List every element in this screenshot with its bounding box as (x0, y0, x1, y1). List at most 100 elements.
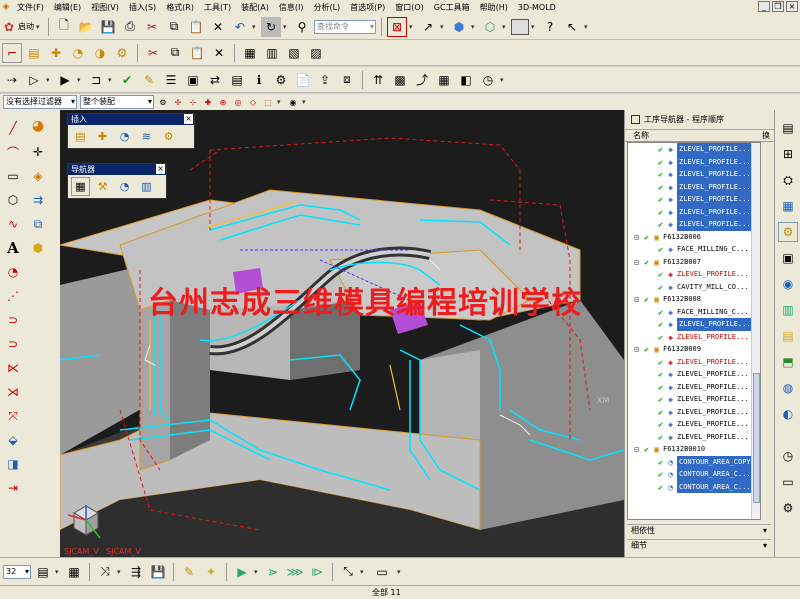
paste-icon[interactable]: 📋 (186, 17, 206, 37)
operation-row[interactable]: ✔ ◈ CAVITY_MILL_CO... (628, 281, 760, 294)
dependencies-expand-icon[interactable]: ▾ (763, 525, 767, 537)
menu-format[interactable]: 格式(R) (161, 2, 199, 13)
operation-row[interactable]: ✔ ◈ ZLEVEL_PROFILE... (628, 318, 760, 331)
insert-palette-close-icon[interactable]: × (184, 114, 193, 124)
cut-op-icon[interactable]: ✂ (143, 43, 163, 63)
create-operation-pal-icon[interactable]: ⚙ (159, 127, 178, 146)
tree-scrollbar-thumb[interactable] (753, 373, 760, 503)
operation-row[interactable]: ✔ ◈ ZLEVEL_PROFILE... (628, 431, 760, 444)
verify-path-icon[interactable]: ⧐ (307, 562, 327, 582)
copy-op-icon[interactable]: ⧉ (165, 43, 185, 63)
operation-row[interactable]: ✔ ◈ ZLEVEL_PROFILE... (628, 393, 760, 406)
create-method-icon[interactable]: ◑ (90, 43, 110, 63)
stock-icon[interactable]: ▩ (390, 70, 410, 90)
operation-row[interactable]: ✔ ◈ ZLEVEL_PROFILE... (628, 368, 760, 381)
snap-point-icon[interactable]: ⊠ (387, 16, 407, 37)
operation-row[interactable]: ✔ ◈ ZLEVEL_PROFILE... (628, 205, 760, 218)
view-triad-dropdown-icon[interactable]: ▾ (302, 98, 309, 106)
ruler-icon[interactable]: ▭ (369, 562, 395, 582)
display-object-icon[interactable]: ▣ (183, 70, 203, 90)
create-geometry-icon[interactable]: ◔ (68, 43, 88, 63)
feedrate-icon[interactable]: ⇈ (368, 70, 388, 90)
roles-tab-icon[interactable]: ◍ (778, 378, 798, 398)
start-dropdown-icon[interactable]: ▾ (36, 23, 43, 31)
view-orient-icon[interactable]: ⬡ (480, 17, 500, 37)
operation-row[interactable]: ✔ ◈ ZLEVEL_PROFILE... (628, 218, 760, 231)
layer-settings-icon[interactable]: ▤ (33, 562, 53, 582)
command-finder-icon[interactable]: ⚲ (292, 17, 312, 37)
section-curve-icon[interactable]: ⤧ (3, 406, 23, 426)
undo-dropdown-icon[interactable]: ▾ (252, 23, 259, 31)
menu-analysis[interactable]: 分析(L) (308, 2, 345, 13)
snap-existing-icon[interactable]: ⬚ (262, 96, 274, 108)
geometry-nav-icon[interactable]: ◔ (115, 177, 134, 196)
machine-nav-tab-icon[interactable]: ▣ (778, 248, 798, 268)
operation-row[interactable]: ✔ ◈ ZLEVEL_PROFILE... (628, 356, 760, 369)
wcs-icon[interactable]: ↗ (418, 17, 438, 37)
point-icon[interactable]: ✛ (28, 142, 48, 162)
snap-intersect-icon[interactable]: ⊕ (217, 96, 229, 108)
sketch-icon[interactable]: ⌐ (2, 42, 22, 63)
machine-tool-nav-icon[interactable]: ⚒ (93, 177, 112, 196)
operation-row[interactable]: ✔ ◈ ZLEVEL_PROFILE... (628, 193, 760, 206)
machine-dropdown-icon[interactable]: ▾ (108, 76, 115, 84)
intersect-curve-icon[interactable]: ⋊ (3, 382, 23, 402)
snap-quadrant-icon[interactable]: ◇ (247, 96, 259, 108)
repeat-command-icon[interactable]: ↻ (261, 16, 281, 37)
spline-icon[interactable]: ∿ (3, 214, 23, 234)
paste-op-icon[interactable]: 📋 (187, 43, 207, 63)
shaded-cube-icon[interactable]: ⬢ (449, 17, 469, 37)
line-icon[interactable]: ╱ (3, 118, 23, 138)
tool-path-list-icon[interactable]: ☰ (161, 70, 181, 90)
generate-toolpath-icon[interactable]: ⇢ (2, 70, 22, 90)
gear-tab-icon[interactable]: ⚙ (778, 498, 798, 518)
system-scenes-tab-icon[interactable]: ◐ (778, 404, 798, 424)
navigator-palette-close-icon[interactable]: × (156, 164, 165, 174)
menu-view[interactable]: 视图(V) (86, 2, 124, 13)
save-view-icon[interactable]: 💾 (148, 562, 168, 582)
repeat-dropdown-icon[interactable]: ▾ (283, 23, 290, 31)
details-section[interactable]: 细节 ▾ (627, 539, 771, 551)
create-tool-icon[interactable]: ✚ (46, 43, 66, 63)
clock-tab-icon[interactable]: ◷ (778, 446, 798, 466)
box-icon[interactable]: ⬢ (28, 238, 48, 258)
delete-op-icon[interactable]: ✕ (209, 43, 229, 63)
hide-show-icon[interactable]: ✦ (201, 562, 221, 582)
background-icon[interactable] (511, 18, 529, 35)
create-geometry-pal-icon[interactable]: ◔ (115, 127, 134, 146)
create-method-pal-icon[interactable]: ≋ (137, 127, 156, 146)
copy-icon[interactable]: ⧉ (164, 17, 184, 37)
program-order-nav-icon[interactable]: ▦ (71, 177, 90, 196)
polygon-icon[interactable]: ⬡ (3, 190, 23, 210)
program-group-row[interactable]: ⊟ ✔ ▣ F6132B006 (628, 231, 760, 244)
operation-nav-tab-icon[interactable]: ⚙ (778, 222, 798, 242)
collapse-toggle-icon[interactable]: ⊟ (632, 345, 641, 354)
operation-row[interactable]: ✔ ◈ FACE_MILLING_C... (628, 243, 760, 256)
fillet-icon[interactable]: ◔ (3, 262, 23, 282)
operation-row[interactable]: ✔ ◈ ZLEVEL_PROFILE... (628, 331, 760, 344)
approve-icon[interactable]: ✔ (117, 70, 137, 90)
tree-scrollbar[interactable] (751, 143, 760, 519)
create-tool-pal-icon[interactable]: ✚ (93, 127, 112, 146)
ruler-dropdown-icon[interactable]: ▾ (397, 568, 404, 576)
menu-gc-toolbox[interactable]: GC工具箱 (429, 2, 475, 13)
snap-more-dropdown-icon[interactable]: ▾ (277, 98, 284, 106)
object-icon[interactable]: ▤ (227, 70, 247, 90)
move-dropdown-icon[interactable]: ▾ (117, 568, 124, 576)
measure-distance-icon[interactable]: ⤡ (338, 562, 358, 582)
layer-visibility-icon[interactable]: ▦ (64, 562, 84, 582)
program-order-view-icon[interactable]: ▦ (240, 43, 260, 63)
process-studio-tab-icon[interactable]: ⬒ (778, 352, 798, 372)
ipw-icon[interactable]: ◧ (456, 70, 476, 90)
scope-select[interactable]: 整个装配 (80, 95, 154, 109)
assembly-nav-tab-icon[interactable]: ▤ (778, 118, 798, 138)
replay-toolpath-icon[interactable]: ▷ (24, 70, 44, 90)
create-program-pal-icon[interactable]: ▤ (71, 127, 90, 146)
iso-curve-icon[interactable]: ⬙ (3, 430, 23, 450)
operation-row[interactable]: ✔ ◈ ZLEVEL_PROFILE... (628, 381, 760, 394)
operation-row[interactable]: ✔ ◈ ZLEVEL_PROFILE... (628, 155, 760, 168)
palette-tab-icon[interactable]: ▤ (778, 326, 798, 346)
render-style-icon[interactable]: ◕ (28, 116, 48, 136)
geometry-view-icon[interactable]: ▧ (284, 43, 304, 63)
operation-row[interactable]: ✔ ◈ ZLEVEL_PROFILE... (628, 143, 760, 156)
